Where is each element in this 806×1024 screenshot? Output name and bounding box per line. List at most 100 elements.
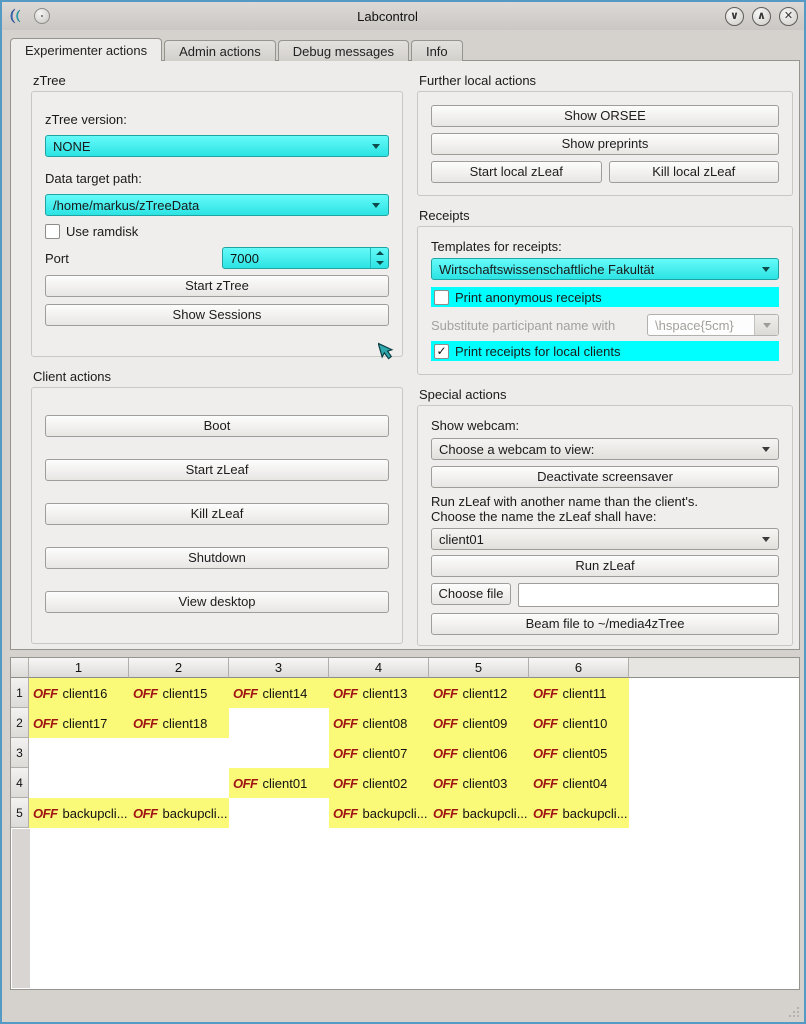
maximize-button[interactable]: ∧ (752, 7, 771, 26)
client-cell[interactable]: OFFclient03 (429, 768, 529, 798)
empty-cell[interactable] (129, 768, 229, 798)
tab-experimenter-actions[interactable]: Experimenter actions (10, 38, 162, 61)
client-cell[interactable]: OFFbackupcli... (29, 798, 129, 828)
client-cell[interactable]: OFFbackupcli... (529, 798, 629, 828)
client-cell[interactable]: OFFclient17 (29, 708, 129, 738)
data-target-path-select[interactable]: /home/markus/zTreeData (45, 194, 389, 216)
client-cell[interactable]: OFFclient18 (129, 708, 229, 738)
status-off-badge: OFF (133, 716, 158, 731)
client-cell[interactable]: OFFclient05 (529, 738, 629, 768)
column-header[interactable]: 1 (29, 658, 129, 678)
group-special-actions: Special actions Show webcam: Choose a we… (417, 375, 793, 646)
ztree-version-select[interactable]: NONE (45, 135, 389, 157)
row-header[interactable]: 2 (11, 708, 29, 738)
client-name: client04 (563, 776, 608, 791)
group-ztree-title: zTree (33, 73, 403, 88)
close-button[interactable]: ✕ (779, 7, 798, 26)
substitute-name-select: \hspace{5cm} (647, 314, 779, 336)
row-header[interactable]: 5 (11, 798, 29, 828)
empty-cell[interactable] (29, 738, 129, 768)
client-cell[interactable]: OFFclient12 (429, 678, 529, 708)
table-row: 4 OFFclient01OFFclient02OFFclient03OFFcli… (11, 768, 799, 798)
start-zleaf-button[interactable]: Start zLeaf (45, 459, 389, 481)
client-cell[interactable]: OFFbackupcli... (129, 798, 229, 828)
row-header[interactable]: 4 (11, 768, 29, 798)
port-spinbox[interactable] (222, 247, 389, 269)
kill-local-zleaf-button[interactable]: Kill local zLeaf (609, 161, 780, 183)
zleaf-name-select[interactable]: client01 (431, 528, 779, 550)
spin-down-icon[interactable] (371, 258, 388, 268)
port-input[interactable] (223, 248, 370, 268)
empty-cell[interactable] (229, 798, 329, 828)
client-cell[interactable]: OFFclient11 (529, 678, 629, 708)
minimize-button[interactable]: ∨ (725, 7, 744, 26)
row-header[interactable]: 3 (11, 738, 29, 768)
client-cell[interactable]: OFFbackupcli... (429, 798, 529, 828)
client-cell[interactable]: OFFclient15 (129, 678, 229, 708)
start-ztree-button[interactable]: Start zTree (45, 275, 389, 297)
client-cell[interactable]: OFFclient09 (429, 708, 529, 738)
print-anonymous-receipts-checkbox[interactable]: Print anonymous receipts (431, 287, 779, 307)
status-off-badge: OFF (533, 716, 558, 731)
receipt-template-select[interactable]: Wirtschaftswissenschaftliche Fakultät (431, 258, 779, 280)
column-header[interactable]: 3 (229, 658, 329, 678)
deactivate-screensaver-button[interactable]: Deactivate screensaver (431, 466, 779, 488)
file-path-input[interactable] (518, 583, 779, 607)
ztree-version-value: NONE (53, 139, 368, 154)
spin-up-icon[interactable] (371, 248, 388, 258)
empty-cell[interactable] (129, 738, 229, 768)
use-ramdisk-checkbox[interactable]: Use ramdisk (45, 224, 389, 239)
status-off-badge: OFF (333, 716, 358, 731)
empty-cell[interactable] (229, 708, 329, 738)
data-target-path-label: Data target path: (45, 171, 389, 186)
client-cell[interactable]: OFFclient14 (229, 678, 329, 708)
start-local-zleaf-button[interactable]: Start local zLeaf (431, 161, 602, 183)
empty-cell[interactable] (229, 738, 329, 768)
show-orsee-button[interactable]: Show ORSEE (431, 105, 779, 127)
boot-button[interactable]: Boot (45, 415, 389, 437)
client-name: backupcli... (63, 806, 128, 821)
tab-admin-actions[interactable]: Admin actions (164, 40, 276, 61)
client-cell[interactable]: OFFclient13 (329, 678, 429, 708)
resize-grip-icon[interactable] (787, 1005, 801, 1019)
use-ramdisk-label: Use ramdisk (66, 224, 138, 239)
show-preprints-button[interactable]: Show preprints (431, 133, 779, 155)
table-row: 3 OFFclient07OFFclient06OFFclient05 (11, 738, 799, 768)
kill-zleaf-button[interactable]: Kill zLeaf (45, 503, 389, 525)
choose-file-button[interactable]: Choose file (431, 583, 511, 605)
receipt-template-value: Wirtschaftswissenschaftliche Fakultät (439, 262, 758, 277)
client-cell[interactable]: OFFbackupcli... (329, 798, 429, 828)
shutdown-button[interactable]: Shutdown (45, 547, 389, 569)
tab-info[interactable]: Info (411, 40, 463, 61)
beam-file-button[interactable]: Beam file to ~/media4zTree (431, 613, 779, 635)
tab-debug-messages[interactable]: Debug messages (278, 40, 409, 61)
print-receipts-local-clients-checkbox[interactable]: ✓ Print receipts for local clients (431, 341, 779, 361)
ztree-version-label: zTree version: (45, 112, 389, 127)
client-cell[interactable]: OFFclient07 (329, 738, 429, 768)
row-header[interactable]: 1 (11, 678, 29, 708)
client-cell[interactable]: OFFclient08 (329, 708, 429, 738)
show-sessions-button[interactable]: Show Sessions (45, 304, 389, 326)
view-desktop-button[interactable]: View desktop (45, 591, 389, 613)
column-header[interactable]: 5 (429, 658, 529, 678)
run-zleaf-button[interactable]: Run zLeaf (431, 555, 779, 577)
client-cell[interactable]: OFFclient01 (229, 768, 329, 798)
table-corner-cell[interactable] (11, 658, 29, 678)
client-name: client09 (463, 716, 508, 731)
column-header[interactable]: 4 (329, 658, 429, 678)
status-off-badge: OFF (33, 716, 58, 731)
column-header[interactable]: 6 (529, 658, 629, 678)
port-label: Port (45, 251, 69, 266)
group-special-title: Special actions (419, 387, 793, 402)
client-cell[interactable]: OFFclient02 (329, 768, 429, 798)
webcam-select-value: Choose a webcam to view: (439, 442, 758, 457)
column-header[interactable]: 2 (129, 658, 229, 678)
window-menu-button[interactable] (34, 8, 50, 24)
empty-cell[interactable] (29, 768, 129, 798)
webcam-select[interactable]: Choose a webcam to view: (431, 438, 779, 460)
client-cell[interactable]: OFFclient04 (529, 768, 629, 798)
client-name: client05 (563, 746, 608, 761)
client-cell[interactable]: OFFclient16 (29, 678, 129, 708)
client-cell[interactable]: OFFclient10 (529, 708, 629, 738)
client-cell[interactable]: OFFclient06 (429, 738, 529, 768)
